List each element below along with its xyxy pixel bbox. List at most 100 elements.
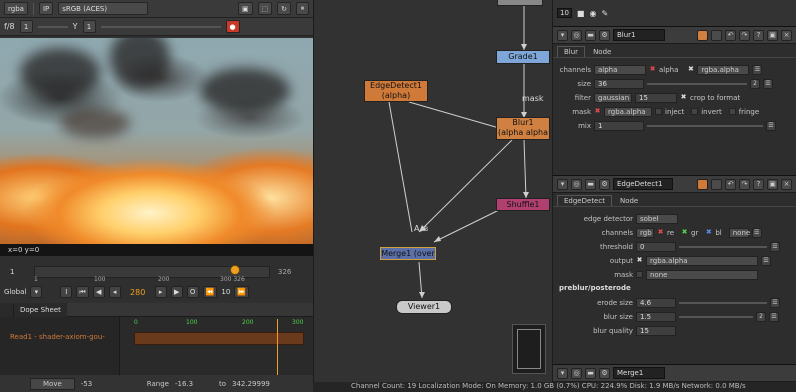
blue-checkbox-icon[interactable]: ✖ xyxy=(705,229,712,236)
edge-mask-select[interactable]: none xyxy=(646,269,758,280)
tab-dope-sheet[interactable]: Dope Sheet xyxy=(14,302,67,317)
roi-icon[interactable]: ⬚ xyxy=(257,2,273,15)
settings-icon[interactable]: ⚙ xyxy=(599,178,610,190)
move-button[interactable]: Move xyxy=(30,377,75,390)
float-icon[interactable]: ▣ xyxy=(767,178,778,190)
max-panels-field[interactable]: 10 xyxy=(557,8,572,18)
view-lock-icon[interactable]: ▣ xyxy=(237,2,253,15)
node-merge[interactable]: Merge1 (over xyxy=(380,247,436,260)
pause-icon[interactable]: ⏸ xyxy=(296,2,309,15)
mix-slider[interactable] xyxy=(647,124,763,127)
timeline-end-field[interactable]: 326 xyxy=(278,268,291,276)
erode-field[interactable]: 4.6 xyxy=(636,297,676,308)
mix-anim-icon[interactable]: ☰ xyxy=(766,120,776,131)
step-field[interactable]: 10 xyxy=(221,288,230,296)
colorspace-select[interactable]: sRGB (ACES) xyxy=(58,2,149,15)
blursize-split-button[interactable]: 2 xyxy=(756,311,766,322)
skip-back-icon[interactable]: ⏪ xyxy=(202,286,218,298)
swatch-icon[interactable] xyxy=(711,29,722,41)
ip-toggle[interactable]: IP xyxy=(38,2,54,15)
settings-icon[interactable]: ⚙ xyxy=(599,367,610,379)
tab-node[interactable]: Node xyxy=(587,47,617,57)
eyedropper-icon[interactable]: ✎ xyxy=(601,9,608,18)
help-icon[interactable]: ? xyxy=(753,178,764,190)
crop-checkbox-icon[interactable]: ✖ xyxy=(680,94,687,101)
collapse-icon[interactable]: ▾ xyxy=(557,367,568,379)
dope-track-label[interactable]: Read1 - shader-axiom-gou- xyxy=(0,331,119,343)
edgedetect-node-name[interactable]: EdgeDetect1 xyxy=(613,178,673,190)
range-from-field[interactable]: -16.3 xyxy=(175,380,213,388)
fringe-checkbox[interactable] xyxy=(728,108,736,115)
channels-select[interactable]: alpha xyxy=(594,64,646,75)
revert-icon[interactable]: ↶ xyxy=(725,178,736,190)
panel-menu-icon[interactable] xyxy=(0,302,14,317)
channel2-checkbox-icon[interactable]: ✖ xyxy=(687,66,694,73)
erode-anim-icon[interactable]: ☰ xyxy=(770,297,780,308)
node-grade[interactable]: Grade1 xyxy=(496,50,550,64)
node-icon[interactable]: ◎ xyxy=(571,367,582,379)
collapse-icon[interactable]: ▾ xyxy=(557,178,568,190)
viewer-image[interactable] xyxy=(0,38,313,244)
size-anim-icon[interactable]: ☰ xyxy=(763,78,773,89)
gamma-field[interactable]: 1 xyxy=(82,20,96,33)
in-point-button[interactable]: I xyxy=(60,286,73,298)
blursize-field[interactable]: 1.5 xyxy=(636,311,676,322)
channels2-select[interactable]: rgba.alpha xyxy=(697,64,750,75)
size-slider[interactable] xyxy=(647,82,747,85)
blursize-anim-icon[interactable]: ☰ xyxy=(769,311,779,322)
redo-icon[interactable]: ↷ xyxy=(739,178,750,190)
out-point-button[interactable]: O xyxy=(186,286,199,298)
alpha-checkbox-icon[interactable]: ✖ xyxy=(649,66,656,73)
quality-field[interactable]: 15 xyxy=(636,325,676,336)
color-icon[interactable] xyxy=(697,178,708,190)
graph-minimap[interactable] xyxy=(512,324,546,374)
filter-select[interactable]: gaussian xyxy=(594,92,632,103)
flip-icon[interactable]: ▬ xyxy=(585,367,596,379)
clip-warning-icon[interactable]: ● xyxy=(225,20,240,33)
gamma-slider[interactable] xyxy=(100,25,221,28)
edge-detector-select[interactable]: sobel xyxy=(636,213,678,224)
output-select[interactable]: rgba.alpha xyxy=(646,255,758,266)
first-frame-icon[interactable]: ⏮ xyxy=(76,286,89,298)
node-shuffle[interactable]: Shuffle1 xyxy=(496,198,550,211)
red-checkbox-icon[interactable]: ✖ xyxy=(657,229,664,236)
dope-playhead[interactable] xyxy=(277,319,278,375)
tab-edgedetect[interactable]: EdgeDetect xyxy=(557,195,612,206)
tab-node[interactable]: Node xyxy=(614,196,644,206)
blursize-slider[interactable] xyxy=(679,315,753,318)
next-frame-icon[interactable]: ▸ xyxy=(154,286,167,298)
threshold-anim-icon[interactable]: ☰ xyxy=(770,241,780,252)
step-back-icon[interactable]: ◀ xyxy=(92,286,105,298)
range-mode-select[interactable]: Global xyxy=(4,288,26,296)
range-to-field[interactable]: 342.29999 xyxy=(232,380,270,388)
settings-icon[interactable]: ⚙ xyxy=(599,29,610,41)
channel-select[interactable]: rgba xyxy=(4,2,28,15)
prev-frame-icon[interactable]: ◂ xyxy=(108,286,121,298)
help-icon[interactable]: ? xyxy=(753,29,764,41)
range-dropdown-icon[interactable]: ▾ xyxy=(30,286,43,298)
node-blur[interactable]: Blur1 (alpha alpha xyxy=(496,117,550,140)
mix-field[interactable]: 1 xyxy=(594,120,644,131)
threshold-slider[interactable] xyxy=(679,245,767,248)
merge-node-name[interactable]: Merge1 xyxy=(613,367,665,379)
mask-select[interactable]: rgba.alpha xyxy=(604,106,652,117)
size-field[interactable]: 36 xyxy=(594,78,644,89)
node-icon[interactable]: ◎ xyxy=(571,178,582,190)
gain-field[interactable]: 1 xyxy=(19,20,33,33)
skip-forward-icon[interactable]: ⏩ xyxy=(234,286,250,298)
size-split-button[interactable]: 2 xyxy=(750,78,760,89)
threshold-field[interactable]: 0 xyxy=(636,241,676,252)
inject-checkbox[interactable] xyxy=(655,108,662,115)
play-icon[interactable]: ▶ xyxy=(170,286,183,298)
node-graph[interactable]: Grade1 EdgeDetect1 (alpha) mask Blur1 (a… xyxy=(313,0,553,392)
node-viewer[interactable]: Viewer1 xyxy=(396,300,452,314)
quality-field[interactable]: 15 xyxy=(635,92,677,103)
node-icon[interactable]: ◎ xyxy=(571,29,582,41)
redo-icon[interactable]: ↷ xyxy=(739,29,750,41)
node-edgedetect[interactable]: EdgeDetect1 (alpha) xyxy=(364,80,428,102)
output-menu-icon[interactable]: ☰ xyxy=(761,255,771,266)
timeline-start-field[interactable]: 1 xyxy=(10,268,14,276)
float-icon[interactable]: ▣ xyxy=(767,29,778,41)
flip-icon[interactable]: ▬ xyxy=(585,178,596,190)
green-checkbox-icon[interactable]: ✖ xyxy=(681,229,688,236)
